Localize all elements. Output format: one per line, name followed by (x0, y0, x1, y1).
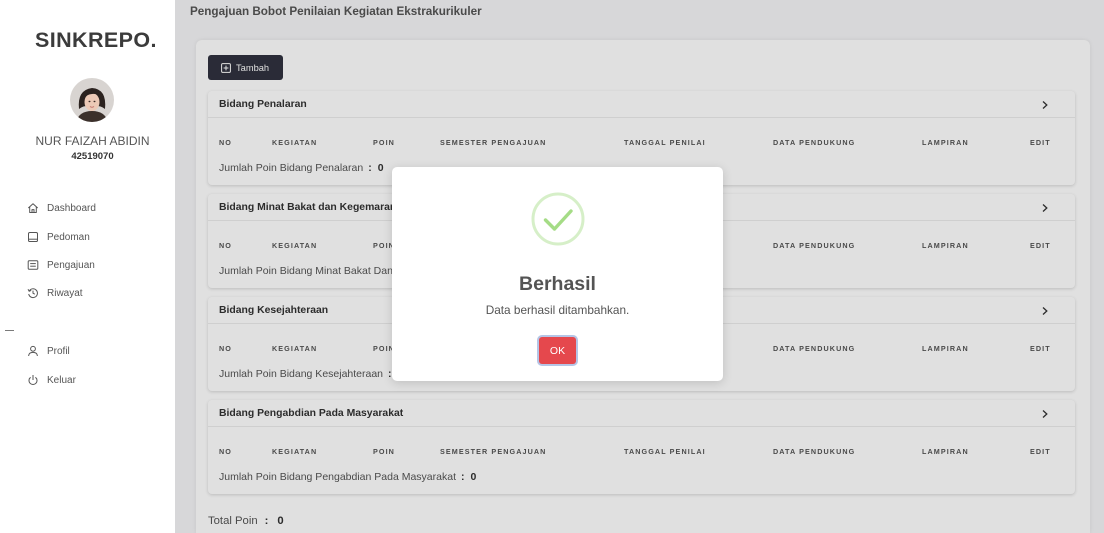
sidebar-item-profil[interactable]: Profil (27, 341, 167, 361)
sidebar-item-dashboard[interactable]: Dashboard (27, 198, 167, 218)
sidebar-item-label: Dashboard (47, 202, 96, 214)
sidebar-item-label: Pengajuan (47, 259, 95, 271)
sidebar-divider (5, 330, 14, 331)
dialog-message: Data berhasil ditambahkan. (485, 303, 630, 317)
sidebar-item-label: Profil (47, 345, 70, 357)
book-icon (27, 231, 39, 243)
user-id: 42519070 (71, 151, 114, 162)
home-icon (27, 202, 39, 214)
power-icon (27, 374, 39, 386)
sidebar-item-keluar[interactable]: Keluar (27, 370, 167, 390)
sidebar: SINKREPO. NUR FAIZAH ABIDIN 42519070 Das… (0, 0, 175, 533)
sidebar-item-label: Pedoman (47, 231, 90, 243)
dialog-title: Berhasil (519, 273, 596, 295)
sidebar-item-label: Riwayat (47, 287, 83, 299)
avatar (70, 78, 114, 122)
sidebar-item-label: Keluar (47, 374, 76, 386)
form-icon (27, 259, 39, 271)
app-logo: SINKREPO. (35, 28, 157, 52)
sidebar-item-pengajuan[interactable]: Pengajuan (27, 255, 167, 275)
sidebar-item-riwayat[interactable]: Riwayat (27, 283, 167, 303)
user-name: NUR FAIZAH ABIDIN (35, 134, 150, 148)
sidebar-item-pedoman[interactable]: Pedoman (27, 227, 167, 247)
user-icon (27, 345, 39, 357)
history-icon (27, 287, 39, 299)
ok-button[interactable]: OK (539, 337, 576, 364)
success-dialog: Berhasil Data berhasil ditambahkan. OK (392, 167, 723, 381)
success-check-icon (531, 192, 585, 246)
